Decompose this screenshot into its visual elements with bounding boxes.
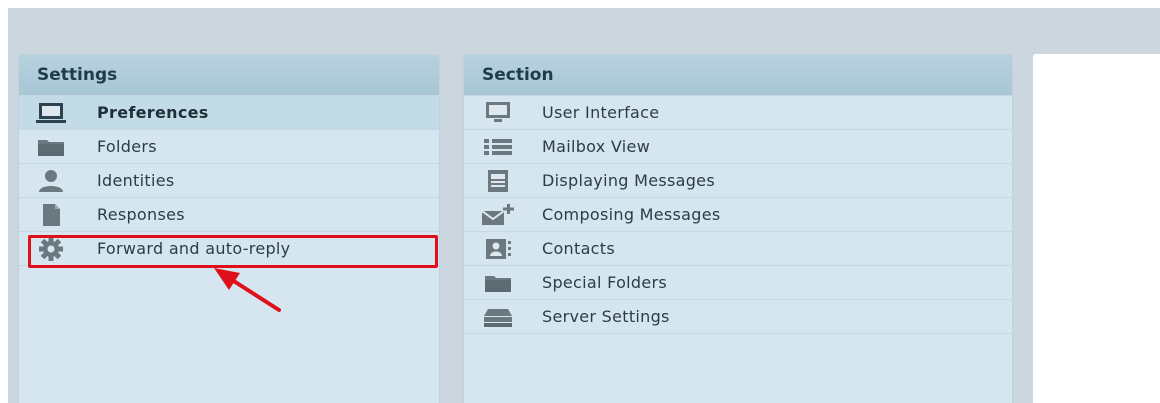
- section-item-label: Contacts: [542, 239, 615, 258]
- section-item-label: Server Settings: [542, 307, 670, 326]
- settings-item-identities[interactable]: Identities: [19, 164, 439, 198]
- section-item-label: Composing Messages: [542, 205, 721, 224]
- section-item-contacts[interactable]: Contacts: [464, 232, 1012, 266]
- list-icon: [482, 135, 514, 159]
- settings-panel: Settings Preferences Folders Identities …: [18, 54, 440, 403]
- section-header: Section: [464, 55, 1012, 96]
- settings-item-label: Forward and auto-reply: [97, 239, 291, 258]
- document-icon: [35, 203, 67, 227]
- content-pane: [1033, 54, 1160, 403]
- gear-icon: [35, 237, 67, 261]
- section-panel: Section User Interface Mailbox View Disp…: [463, 54, 1013, 403]
- folder-icon: [35, 135, 67, 159]
- settings-item-label: Folders: [97, 137, 157, 156]
- section-item-label: Mailbox View: [542, 137, 651, 156]
- settings-item-label: Preferences: [97, 103, 209, 122]
- settings-item-folders[interactable]: Folders: [19, 130, 439, 164]
- section-item-composing-messages[interactable]: Composing Messages: [464, 198, 1012, 232]
- section-item-server-settings[interactable]: Server Settings: [464, 300, 1012, 334]
- section-item-mailbox-view[interactable]: Mailbox View: [464, 130, 1012, 164]
- settings-item-label: Responses: [97, 205, 185, 224]
- compose-envelope-icon: [482, 203, 514, 227]
- contact-card-icon: [482, 237, 514, 261]
- settings-header: Settings: [19, 55, 439, 96]
- section-item-label: Displaying Messages: [542, 171, 715, 190]
- section-item-label: Special Folders: [542, 273, 668, 292]
- folder-icon: [482, 271, 514, 295]
- settings-item-responses[interactable]: Responses: [19, 198, 439, 232]
- section-item-label: User Interface: [542, 103, 660, 122]
- settings-item-label: Identities: [97, 171, 175, 190]
- section-item-displaying-messages[interactable]: Displaying Messages: [464, 164, 1012, 198]
- monitor-icon: [35, 101, 67, 125]
- settings-item-preferences[interactable]: Preferences: [19, 96, 439, 130]
- monitor-icon: [482, 101, 514, 125]
- person-icon: [35, 169, 67, 193]
- section-item-user-interface[interactable]: User Interface: [464, 96, 1012, 130]
- section-item-special-folders[interactable]: Special Folders: [464, 266, 1012, 300]
- message-icon: [482, 169, 514, 193]
- settings-item-forward-and-auto-reply[interactable]: Forward and auto-reply: [19, 232, 439, 266]
- server-icon: [482, 305, 514, 329]
